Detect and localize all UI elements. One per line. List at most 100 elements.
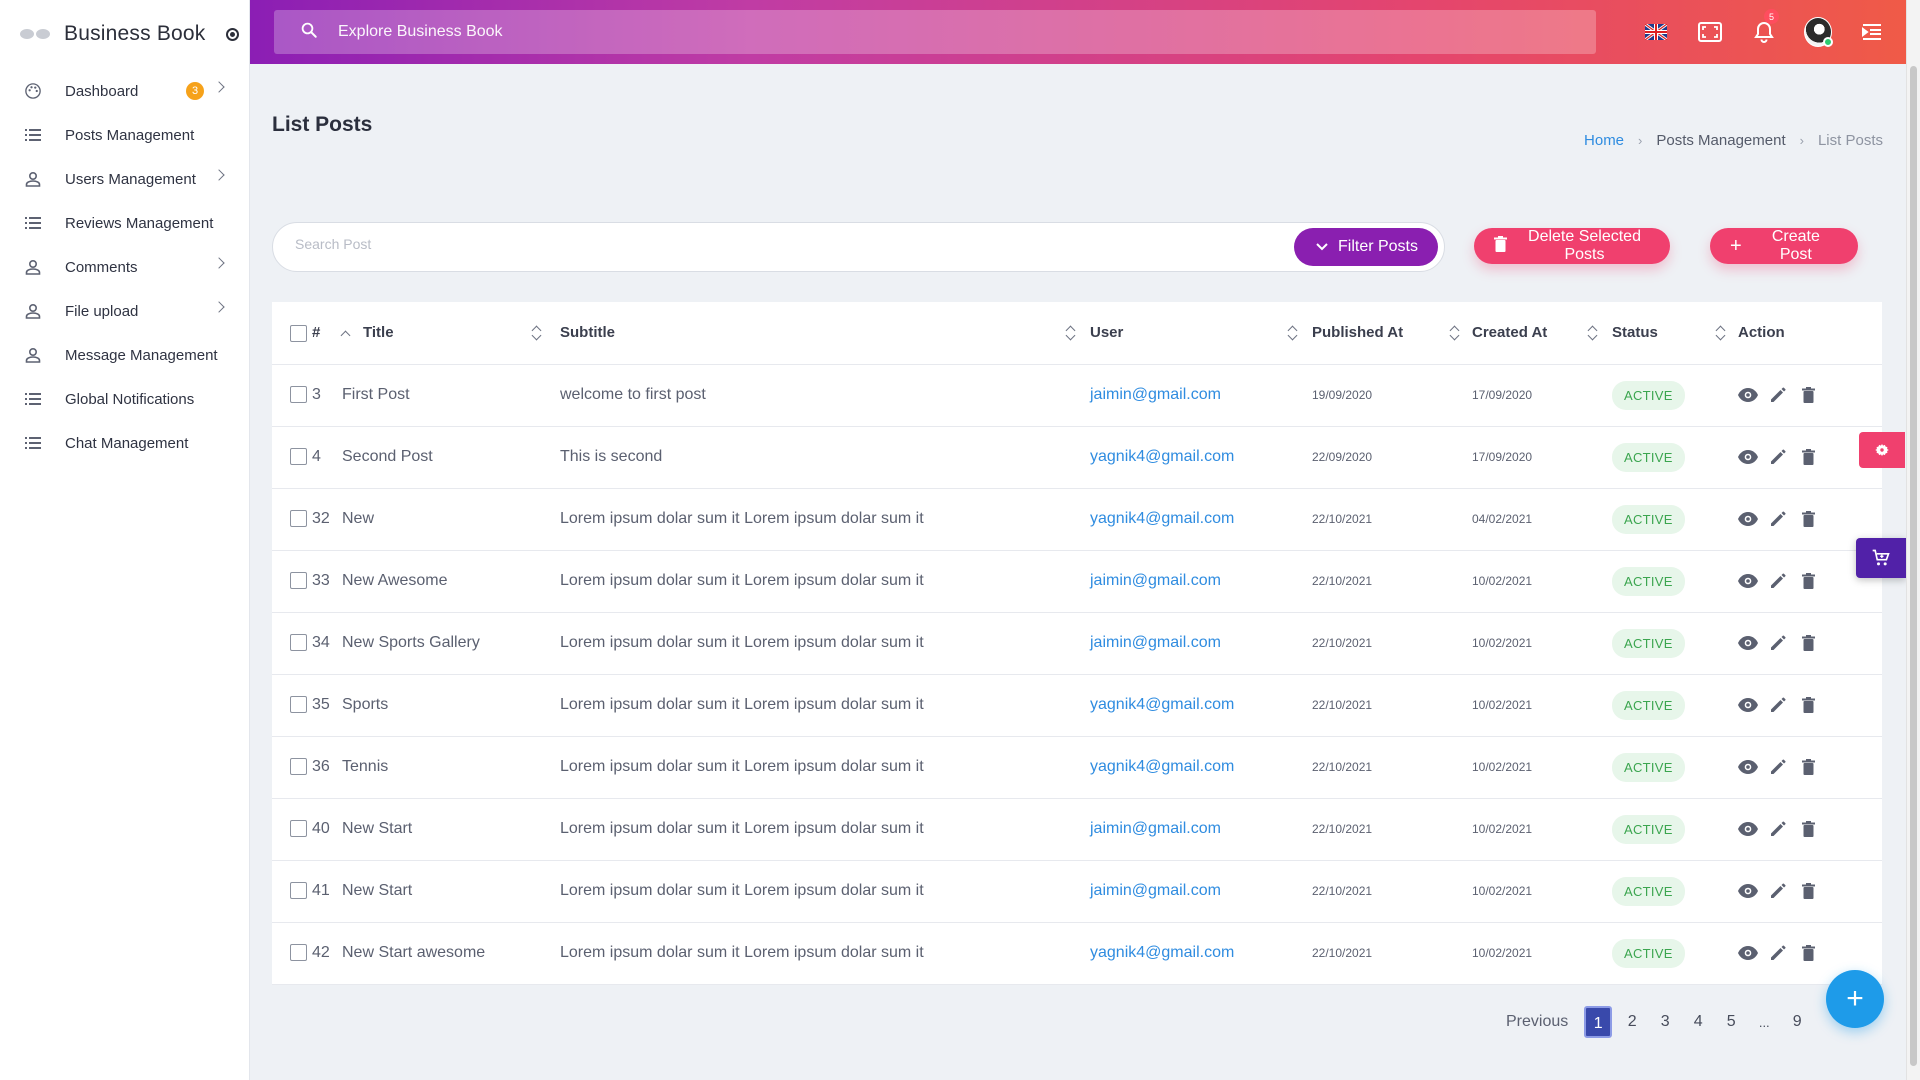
delete-trash-icon[interactable] [1798, 819, 1818, 839]
edit-pencil-icon[interactable] [1768, 881, 1788, 901]
pagination-page[interactable]: 4 [1682, 1013, 1714, 1031]
delete-trash-icon[interactable] [1798, 943, 1818, 963]
page-scrollbar[interactable] [1906, 0, 1920, 1080]
delete-trash-icon[interactable] [1798, 509, 1818, 529]
delete-trash-icon[interactable] [1798, 385, 1818, 405]
view-eye-icon[interactable] [1738, 943, 1758, 963]
view-eye-icon[interactable] [1738, 757, 1758, 777]
delete-trash-icon[interactable] [1798, 695, 1818, 715]
pagination-page[interactable]: 3 [1649, 1013, 1681, 1031]
create-post-button[interactable]: + Create Post [1710, 228, 1858, 264]
filter-posts-button[interactable]: Filter Posts [1293, 228, 1438, 266]
edit-pencil-icon[interactable] [1768, 757, 1788, 777]
row-user-email[interactable]: jaimin@gmail.com [1090, 634, 1221, 651]
scrollbar-thumb[interactable] [1910, 66, 1917, 1066]
header-published-at[interactable]: Published At [1312, 302, 1472, 365]
row-user-email[interactable]: jaimin@gmail.com [1090, 386, 1221, 403]
row-title: Second Post [342, 426, 560, 489]
sidebar-item-posts-management[interactable]: Posts Management [0, 113, 249, 157]
row-checkbox[interactable] [290, 510, 307, 528]
sidebar-toggle-icon[interactable] [225, 27, 239, 41]
edit-pencil-icon[interactable] [1768, 509, 1788, 529]
row-checkbox[interactable] [290, 696, 307, 714]
sidebar-item-reviews-management[interactable]: Reviews Management [0, 201, 249, 245]
edit-pencil-icon[interactable] [1768, 571, 1788, 591]
breadcrumb-posts-management[interactable]: Posts Management [1656, 132, 1785, 149]
edit-pencil-icon[interactable] [1768, 943, 1788, 963]
view-eye-icon[interactable] [1738, 447, 1758, 467]
header-title[interactable]: Title [340, 302, 560, 365]
header-user[interactable]: User [1090, 302, 1312, 365]
sidebar-item-chat-management[interactable]: Chat Management [0, 421, 249, 465]
row-checkbox[interactable] [290, 448, 307, 466]
delete-trash-icon[interactable] [1798, 447, 1818, 467]
row-checkbox[interactable] [290, 572, 307, 590]
list-icon [24, 390, 42, 408]
pagination-previous[interactable]: Previous [1506, 1013, 1568, 1031]
edit-pencil-icon[interactable] [1768, 447, 1788, 467]
table-row: 42 New Start awesome Lorem ipsum dolar sum… [272, 922, 1882, 985]
row-user-email[interactable]: yagnik4@gmail.com [1090, 758, 1234, 775]
header-subtitle[interactable]: Subtitle [560, 302, 1090, 365]
delete-trash-icon[interactable] [1798, 571, 1818, 591]
row-user-email[interactable]: jaimin@gmail.com [1090, 882, 1221, 899]
row-user-email[interactable]: yagnik4@gmail.com [1090, 510, 1234, 527]
select-all-checkbox[interactable] [290, 324, 307, 342]
sort-icon [1066, 326, 1076, 340]
view-eye-icon[interactable] [1738, 819, 1758, 839]
edit-pencil-icon[interactable] [1768, 695, 1788, 715]
row-checkbox[interactable] [290, 820, 307, 838]
delete-selected-posts-button[interactable]: Delete Selected Posts [1474, 228, 1670, 264]
global-search[interactable]: Explore Business Book [274, 10, 1596, 54]
edit-pencil-icon[interactable] [1768, 819, 1788, 839]
table-row: 36 Tennis Lorem ipsum dolar sum it Lorem i… [272, 736, 1882, 799]
header-status[interactable]: Status [1612, 302, 1738, 365]
sidebar-item-global-notifications[interactable]: Global Notifications [0, 377, 249, 421]
sidebar-item-comments[interactable]: Comments [0, 245, 249, 289]
row-user-email[interactable]: yagnik4@gmail.com [1090, 696, 1234, 713]
row-user-email[interactable]: yagnik4@gmail.com [1090, 448, 1234, 465]
user-avatar[interactable] [1804, 17, 1833, 47]
sidebar-item-file-upload[interactable]: File upload [0, 289, 249, 333]
delete-trash-icon[interactable] [1798, 757, 1818, 777]
pagination-page[interactable]: 2 [1616, 1013, 1648, 1031]
delete-trash-icon[interactable] [1798, 881, 1818, 901]
fab-add-button[interactable]: + [1826, 970, 1884, 1028]
pagination-page[interactable]: 1 [1584, 1006, 1613, 1038]
row-id: 42 [312, 922, 342, 985]
pagination-page[interactable]: 9 [1781, 1013, 1813, 1031]
header-created-at[interactable]: Created At [1472, 302, 1612, 365]
cart-icon[interactable] [1856, 538, 1906, 578]
delete-trash-icon[interactable] [1798, 633, 1818, 653]
settings-gear-icon[interactable] [1859, 432, 1905, 468]
view-eye-icon[interactable] [1738, 633, 1758, 653]
right-sidebar-toggle-icon[interactable] [1858, 18, 1886, 46]
view-eye-icon[interactable] [1738, 695, 1758, 715]
pagination-page[interactable]: 5 [1715, 1013, 1747, 1031]
view-eye-icon[interactable] [1738, 571, 1758, 591]
view-eye-icon[interactable] [1738, 385, 1758, 405]
edit-pencil-icon[interactable] [1768, 385, 1788, 405]
edit-pencil-icon[interactable] [1768, 633, 1788, 653]
sidebar-item-dashboard[interactable]: Dashboard 3 [0, 69, 249, 113]
search-post-input[interactable] [295, 236, 1245, 252]
language-flag-icon[interactable] [1642, 18, 1670, 46]
notifications-bell-icon[interactable]: 5 [1750, 9, 1779, 46]
row-checkbox[interactable] [290, 634, 307, 652]
row-checkbox[interactable] [290, 758, 307, 776]
row-user-email[interactable]: yagnik4@gmail.com [1090, 944, 1234, 961]
row-checkbox[interactable] [290, 386, 307, 404]
breadcrumb-home[interactable]: Home [1584, 132, 1624, 149]
view-eye-icon[interactable] [1738, 509, 1758, 529]
row-user-email[interactable]: jaimin@gmail.com [1090, 820, 1221, 837]
list-icon [24, 126, 42, 144]
row-user-email[interactable]: jaimin@gmail.com [1090, 572, 1221, 589]
row-checkbox[interactable] [290, 882, 307, 900]
row-checkbox[interactable] [290, 944, 307, 962]
view-eye-icon[interactable] [1738, 881, 1758, 901]
brand[interactable]: Business Book [0, 0, 249, 68]
sidebar-item-message-management[interactable]: Message Management [0, 333, 249, 377]
fullscreen-icon[interactable] [1696, 18, 1724, 46]
header-id[interactable]: # [312, 302, 342, 365]
sidebar-item-users-management[interactable]: Users Management [0, 157, 249, 201]
